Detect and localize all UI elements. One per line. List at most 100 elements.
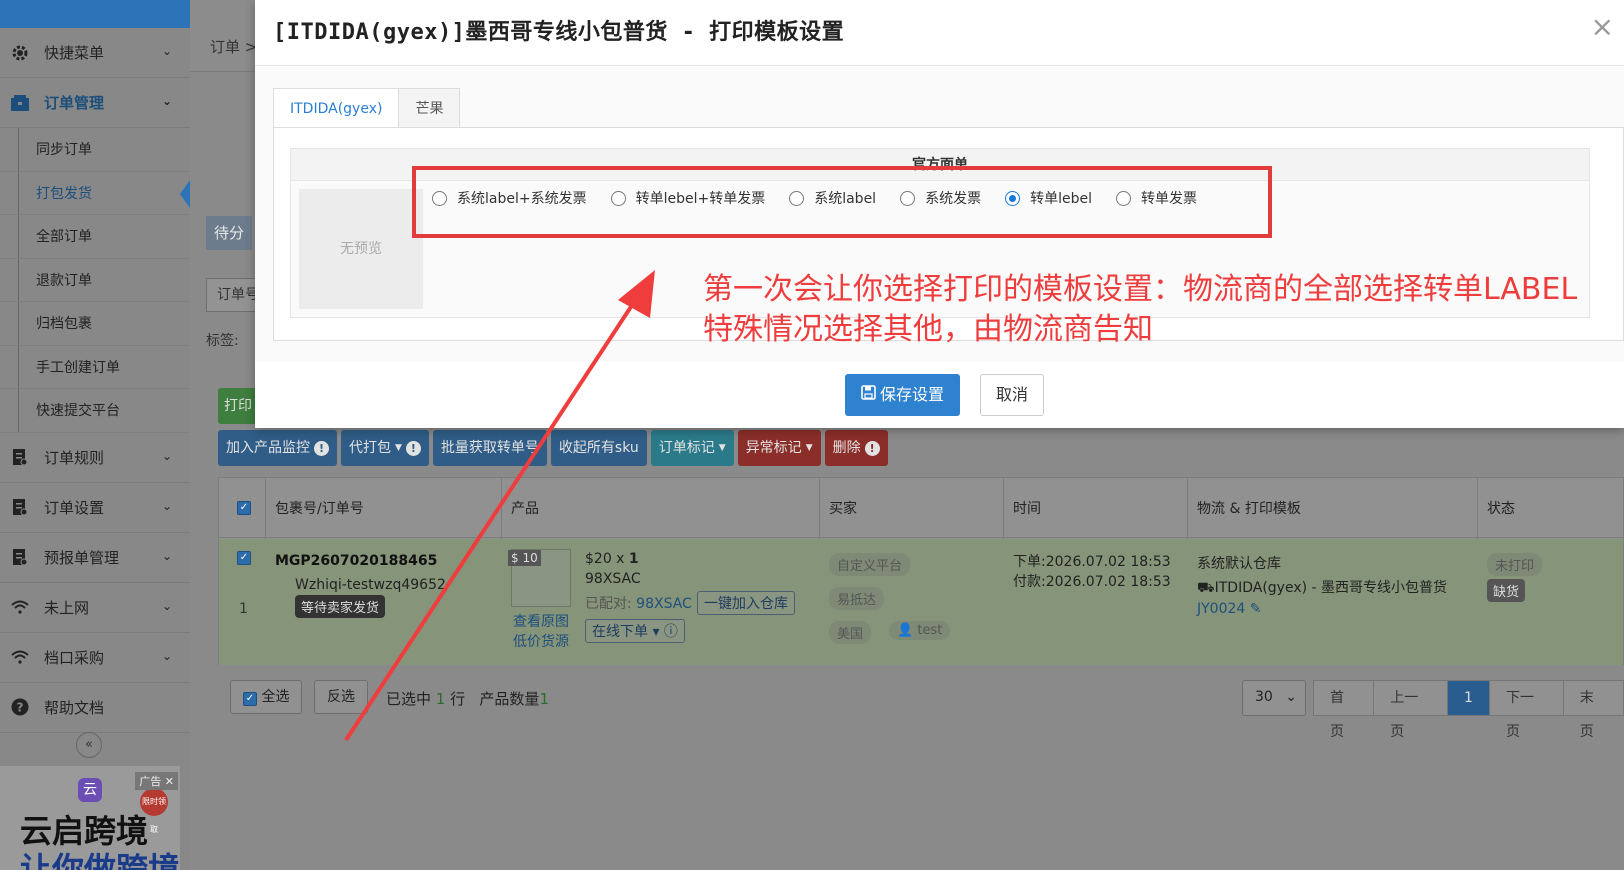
doc-icon	[10, 497, 30, 517]
order-time: 下单:2026.07.02 18:53	[1013, 554, 1171, 570]
order-mark-button[interactable]: 订单标记 ▼	[650, 430, 734, 466]
page-size-select[interactable]: 30 ⌄	[1242, 680, 1306, 716]
sidebar-item-not-online[interactable]: 未上网 ⌄	[0, 583, 190, 633]
template-code-link[interactable]: JY0024 ✎	[1197, 601, 1262, 617]
button-label: 删除	[832, 440, 861, 456]
sidebar-item-order-rules[interactable]: 订单规则 ⌄	[0, 433, 190, 483]
sidebar-item-shortcuts[interactable]: 快捷菜单 ⌄	[0, 28, 190, 78]
caret-down-icon: ▼	[395, 443, 402, 453]
sidebar-subitem-all-orders[interactable]: 全部订单	[0, 215, 190, 259]
low-price-source-link[interactable]: 低价货源	[513, 631, 569, 651]
wifi-icon	[10, 597, 30, 617]
price-tag: $ 10	[508, 550, 541, 566]
add-product-monitor-button[interactable]: 加入产品监控!	[218, 430, 337, 466]
pagination: 首页 上一页 1 下一页 末页	[1313, 680, 1624, 740]
user-name: test	[917, 623, 943, 638]
sidebar-subitem-quick-submit[interactable]: 快速提交平台	[0, 389, 190, 433]
collapse-sidebar-icon[interactable]: «	[76, 732, 102, 758]
buyer-name: 易抵达	[829, 587, 885, 610]
button-label: 收起所有sku	[558, 440, 639, 456]
info-icon: !	[405, 440, 421, 456]
platform-tag: 自定义平台	[829, 553, 911, 576]
sidebar-item-label: 档口采购	[44, 648, 105, 667]
tab-pending[interactable]: 待分	[206, 216, 253, 250]
product-sku: 98XSAC	[585, 571, 641, 587]
col-package-no: 包裹号/订单号	[275, 501, 364, 517]
chevron-down-icon: ⌄	[161, 44, 172, 58]
qty: 1	[628, 551, 639, 567]
subitem-label: 同步订单	[36, 142, 92, 159]
logo-bar	[0, 0, 190, 28]
logistics-channel: ⛟ITDIDA(gyex) - 墨西哥专线小包普货	[1197, 577, 1447, 598]
annotation-text: 第一次会让你选择打印的模板设置：物流商的全部选择转单LABEL 特殊情况选择其他…	[703, 270, 1577, 350]
collapse-sku-button[interactable]: 收起所有sku	[550, 430, 647, 466]
sidebar-subitem-pack-ship[interactable]: 打包发货	[0, 171, 190, 215]
sidebar-item-label: 订单管理	[44, 94, 105, 112]
invert-selection-button[interactable]: 反选	[314, 680, 368, 714]
warehouse-name: 系统默认仓库	[1197, 556, 1281, 572]
select-all-button[interactable]: ✓ 全选	[230, 680, 303, 714]
exception-mark-button[interactable]: 异常标记 ▼	[737, 430, 821, 466]
add-to-warehouse-button[interactable]: 一键加入仓库	[697, 591, 795, 615]
button-label: 保存设置	[880, 385, 945, 404]
product-thumbnail[interactable]: $ 10	[508, 549, 571, 607]
ad-banner[interactable]: 云 限时领取 广告 ✕ 云启跨境 让你做跨境	[0, 766, 180, 870]
tab-itdida[interactable]: ITDIDA(gyex)	[273, 88, 400, 128]
sidebar-item-help-docs[interactable]: ? 帮助文档	[0, 683, 190, 733]
sidebar-item-order-management[interactable]: 订单管理 ⌄	[0, 78, 190, 128]
svg-text:?: ?	[17, 701, 24, 715]
matched-sku-value[interactable]: 98XSAC	[636, 596, 692, 612]
sidebar-subitem-manual-create[interactable]: 手工创建订单	[0, 345, 190, 389]
view-image-link[interactable]: 查看原图	[513, 611, 569, 631]
sidebar-item-stall-purchase[interactable]: 档口采购 ⌄	[0, 633, 190, 683]
table-row[interactable]: ✓ 1 MGP2607020188465 Wzhiqi-testwzq49652…	[219, 539, 1623, 665]
logistics-label: ITDIDA(gyex) - 墨西哥专线小包普货	[1214, 580, 1448, 596]
select-all-checkbox[interactable]: ✓	[237, 498, 251, 515]
col-buyer: 买家	[829, 501, 857, 517]
caret-down-icon: ▼	[718, 443, 726, 453]
chevron-down-icon: ⌄	[161, 94, 172, 108]
page-1-button[interactable]: 1	[1447, 680, 1490, 716]
close-icon[interactable]: ×	[1591, 10, 1614, 43]
sidebar: 快捷菜单 ⌄ 订单管理 ⌄ 同步订单 打包发货 全部订单 退款订单 归档包裹 手…	[0, 0, 190, 870]
chevron-down-icon: ⌄	[161, 548, 172, 563]
delete-button[interactable]: 删除!	[824, 430, 888, 466]
gear-icon	[10, 43, 30, 63]
truck-icon: ⛟	[1197, 580, 1215, 596]
selected-prefix: 已选中	[386, 690, 436, 708]
sidebar-item-forecast[interactable]: 预报单管理 ⌄	[0, 533, 190, 583]
first-page-button[interactable]: 首页	[1313, 680, 1375, 740]
sidebar-subitem-sync-orders[interactable]: 同步订单	[0, 128, 190, 172]
batch-fetch-tracking-button[interactable]: 批量获取转单号	[432, 430, 547, 466]
selected-summary: 已选中 1 行 产品数量1	[386, 688, 549, 709]
chevron-down-icon: ⌄	[161, 448, 172, 463]
pack-dropdown-button[interactable]: 代打包 ▼!	[341, 430, 429, 466]
stock-status-badge: 缺货	[1487, 579, 1526, 602]
sidebar-item-order-settings[interactable]: 订单设置 ⌄	[0, 483, 190, 533]
sidebar-item-label: 预报单管理	[44, 548, 120, 567]
edit-icon: ✎	[1249, 601, 1262, 617]
last-page-button[interactable]: 末页	[1562, 680, 1624, 740]
online-order-button[interactable]: 在线下单 ▾ ⓘ	[585, 619, 685, 643]
save-settings-button[interactable]: 保存设置	[845, 374, 961, 416]
next-page-button[interactable]: 下一页	[1488, 680, 1564, 740]
subitem-label: 手工创建订单	[36, 359, 120, 376]
ad-subtitle: 让你做跨境	[20, 850, 180, 870]
sidebar-subitem-archived[interactable]: 归档包裹	[0, 302, 190, 346]
qty-value: 1	[539, 690, 549, 708]
selected-count: 1	[435, 690, 446, 708]
pay-time: 付款:2026.07.02 18:53	[1013, 574, 1171, 590]
row-checkbox[interactable]: ✓	[237, 551, 251, 565]
print-button[interactable]: 打印	[218, 388, 258, 424]
order-number: Wzhiqi-testwzq49652	[295, 577, 446, 593]
checkbox-checked: ✓	[237, 501, 251, 515]
package-number[interactable]: MGP2607020188465	[275, 553, 437, 569]
cancel-button[interactable]: 取消	[980, 374, 1045, 416]
prev-page-button[interactable]: 上一页	[1373, 680, 1449, 740]
tab-mango[interactable]: 芒果	[398, 88, 461, 128]
order-status-badge: 等待卖家发货	[295, 595, 386, 618]
sidebar-item-label: 帮助文档	[44, 698, 105, 717]
ad-tag[interactable]: 广告 ✕	[135, 772, 178, 790]
user-icon: 👤	[897, 623, 914, 638]
sidebar-subitem-refund-orders[interactable]: 退款订单	[0, 258, 190, 302]
